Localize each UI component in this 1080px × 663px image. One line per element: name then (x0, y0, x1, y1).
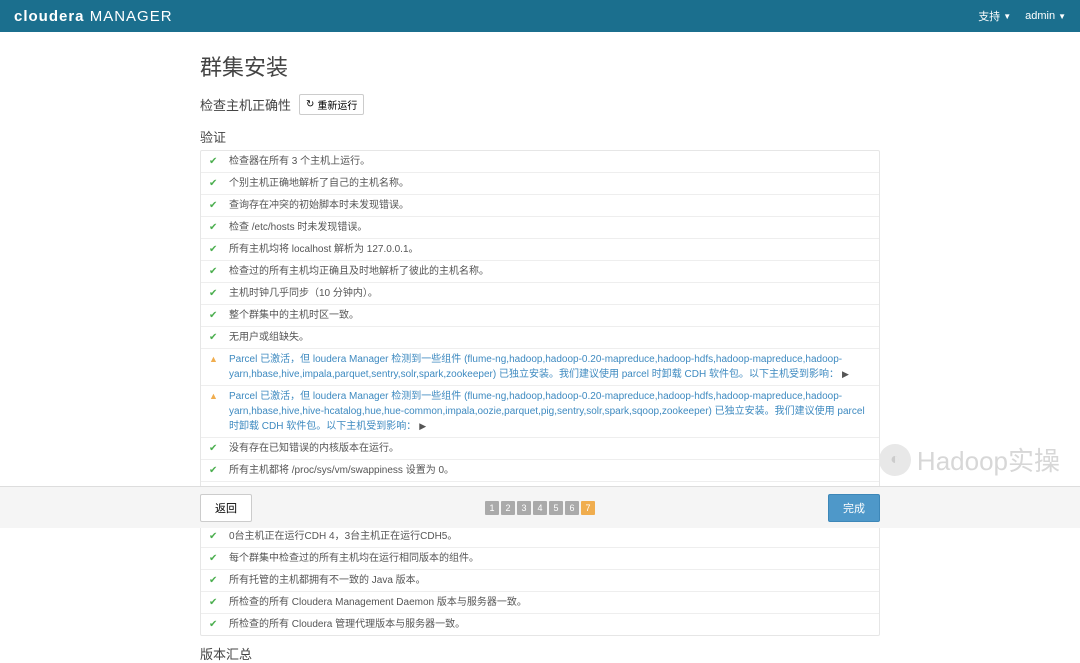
page-title: 群集安装 (200, 50, 880, 82)
check-ok-icon (209, 286, 221, 301)
check-ok-icon (209, 176, 221, 191)
step-7[interactable]: 7 (581, 501, 595, 515)
check-ok-icon (209, 595, 221, 610)
check-item: 无用户或组缺失。 (201, 327, 879, 349)
check-item: 所检查的所有 Cloudera 管理代理版本与服务器一致。 (201, 614, 879, 635)
check-ok-icon (209, 463, 221, 478)
check-item: 每个群集中检查过的所有主机均在运行相同版本的组件。 (201, 548, 879, 570)
step-indicator: 1234567 (485, 501, 595, 515)
check-text: 所检查的所有 Cloudera 管理代理版本与服务器一致。 (229, 617, 871, 632)
check-item: Parcel 已激活，但 loudera Manager 检测到一些组件 (fl… (201, 386, 879, 438)
check-item: Parcel 已激活，但 loudera Manager 检测到一些组件 (fl… (201, 349, 879, 386)
validation-heading: 验证 (200, 127, 880, 146)
check-item: 所检查的所有 Cloudera Management Daemon 版本与服务器… (201, 592, 879, 614)
check-item: 所有主机均将 localhost 解析为 127.0.0.1。 (201, 239, 879, 261)
step-3[interactable]: 3 (517, 501, 531, 515)
step-2[interactable]: 2 (501, 501, 515, 515)
step-4[interactable]: 4 (533, 501, 547, 515)
nav-item-0[interactable]: 支持▼ (978, 8, 1011, 24)
caret-down-icon: ▼ (1003, 12, 1011, 21)
chevron-right-icon: ▶ (842, 369, 849, 379)
check-ok-icon (209, 308, 221, 323)
check-ok-icon (209, 330, 221, 345)
check-text: 没有存在已知错误的内核版本在运行。 (229, 441, 871, 456)
version-summary-heading: 版本汇总 (200, 644, 880, 663)
check-text: 检查 /etc/hosts 时未发现错误。 (229, 220, 871, 235)
check-item: 查询存在冲突的初始脚本时未发现错误。 (201, 195, 879, 217)
check-text[interactable]: Parcel 已激活，但 loudera Manager 检测到一些组件 (fl… (229, 352, 871, 382)
check-ok-icon (209, 529, 221, 544)
check-item: 检查过的所有主机均正确且及时地解析了彼此的主机名称。 (201, 261, 879, 283)
brand-logo: cloudera MANAGER (14, 8, 173, 25)
chevron-right-icon: ▶ (419, 421, 426, 431)
check-text: 整个群集中的主机时区一致。 (229, 308, 871, 323)
rerun-button[interactable]: ↻ 重新运行 (299, 94, 364, 115)
check-item: 整个群集中的主机时区一致。 (201, 305, 879, 327)
check-text: 每个群集中检查过的所有主机均在运行相同版本的组件。 (229, 551, 871, 566)
check-ok-icon (209, 617, 221, 632)
check-text: 检查过的所有主机均正确且及时地解析了彼此的主机名称。 (229, 264, 871, 279)
check-ok-icon (209, 551, 221, 566)
check-text: 无用户或组缺失。 (229, 330, 871, 345)
check-text: 所有主机都将 /proc/sys/vm/swappiness 设置为 0。 (229, 463, 871, 478)
check-item: 所有托管的主机都拥有不一致的 Java 版本。 (201, 570, 879, 592)
validation-list: 检查器在所有 3 个主机上运行。个别主机正确地解析了自己的主机名称。查询存在冲突… (200, 150, 880, 636)
check-text: 个别主机正确地解析了自己的主机名称。 (229, 176, 871, 191)
check-item: 没有存在已知错误的内核版本在运行。 (201, 438, 879, 460)
check-item: 主机时钟几乎同步（10 分钟内）。 (201, 283, 879, 305)
check-item: 检查器在所有 3 个主机上运行。 (201, 151, 879, 173)
check-text[interactable]: Parcel 已激活，但 loudera Manager 检测到一些组件 (fl… (229, 389, 871, 434)
check-ok-icon (209, 220, 221, 235)
check-item: 所有主机都将 /proc/sys/vm/swappiness 设置为 0。 (201, 460, 879, 482)
check-ok-icon (209, 264, 221, 279)
warning-icon (209, 389, 221, 404)
check-item: 0台主机正在运行CDH 4，3台主机正在运行CDH5。 (201, 526, 879, 548)
nav-item-1[interactable]: admin▼ (1025, 8, 1066, 24)
refresh-icon: ↻ (306, 99, 314, 110)
check-item: 检查 /etc/hosts 时未发现错误。 (201, 217, 879, 239)
check-ok-icon (209, 242, 221, 257)
check-item: 个别主机正确地解析了自己的主机名称。 (201, 173, 879, 195)
check-ok-icon (209, 198, 221, 213)
subtitle-row: 检查主机正确性 ↻ 重新运行 (200, 94, 880, 115)
check-text: 查询存在冲突的初始脚本时未发现错误。 (229, 198, 871, 213)
step-5[interactable]: 5 (549, 501, 563, 515)
finish-button[interactable]: 完成 (828, 494, 880, 522)
step-6[interactable]: 6 (565, 501, 579, 515)
check-text: 检查器在所有 3 个主机上运行。 (229, 154, 871, 169)
page-content: 群集安装 检查主机正确性 ↻ 重新运行 验证 检查器在所有 3 个主机上运行。个… (0, 32, 1080, 663)
check-text: 所检查的所有 Cloudera Management Daemon 版本与服务器… (229, 595, 871, 610)
wizard-footer: 返回 1234567 完成 (0, 486, 1080, 528)
check-ok-icon (209, 154, 221, 169)
check-text: 0台主机正在运行CDH 4，3台主机正在运行CDH5。 (229, 529, 871, 544)
top-navbar: cloudera MANAGER 支持▼ admin▼ (0, 0, 1080, 32)
check-ok-icon (209, 573, 221, 588)
check-text: 所有主机均将 localhost 解析为 127.0.0.1。 (229, 242, 871, 257)
back-button[interactable]: 返回 (200, 494, 252, 522)
check-text: 主机时钟几乎同步（10 分钟内）。 (229, 286, 871, 301)
warning-icon (209, 352, 221, 367)
step-1[interactable]: 1 (485, 501, 499, 515)
caret-down-icon: ▼ (1058, 12, 1066, 21)
subtitle: 检查主机正确性 (200, 95, 291, 114)
nav-right: 支持▼ admin▼ (978, 8, 1066, 24)
check-text: 所有托管的主机都拥有不一致的 Java 版本。 (229, 573, 871, 588)
check-ok-icon (209, 441, 221, 456)
